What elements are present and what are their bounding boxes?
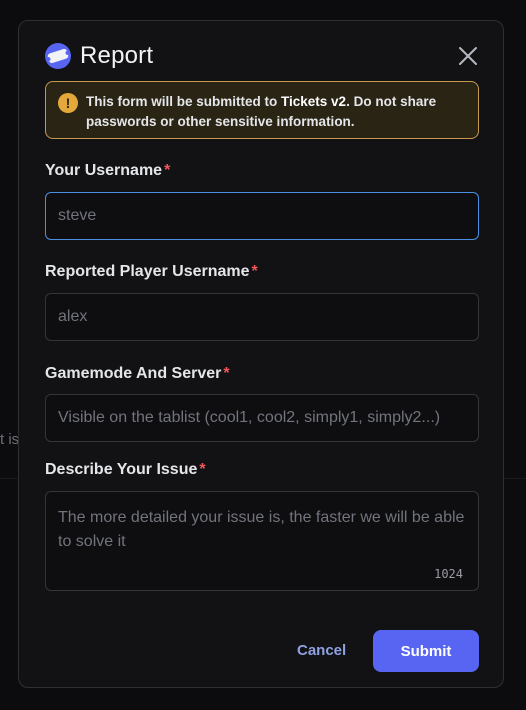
character-limit: 1024 xyxy=(434,567,463,581)
ticket-app-icon xyxy=(45,43,71,69)
issue-description-textarea[interactable] xyxy=(45,491,479,591)
issue-description-label: Describe Your Issue * xyxy=(45,461,206,478)
background-text: t is xyxy=(0,431,20,448)
privacy-notice: ! This form will be submitted to Tickets… xyxy=(45,81,479,139)
reported-player-input[interactable] xyxy=(45,293,479,341)
username-label: Your Username * xyxy=(45,162,171,179)
close-icon[interactable] xyxy=(457,45,479,67)
gamemode-server-input[interactable] xyxy=(45,394,479,442)
modal-title: Report xyxy=(80,42,154,69)
required-mark: * xyxy=(251,263,258,280)
notice-text-before: This form will be submitted to xyxy=(86,94,282,109)
username-input[interactable] xyxy=(45,192,479,240)
modal-header: Report xyxy=(45,42,153,70)
required-mark: * xyxy=(199,461,206,478)
required-mark: * xyxy=(223,365,230,382)
gamemode-server-label: Gamemode And Server * xyxy=(45,365,230,382)
report-modal: Report ! This form will be submitted to … xyxy=(18,20,504,688)
required-mark: * xyxy=(164,162,171,179)
cancel-button[interactable]: Cancel xyxy=(297,642,346,659)
reported-player-label: Reported Player Username * xyxy=(45,263,258,280)
notice-bot-name: Tickets v2 xyxy=(281,94,347,109)
submit-button[interactable]: Submit xyxy=(373,630,479,672)
exclamation-icon: ! xyxy=(58,93,78,113)
